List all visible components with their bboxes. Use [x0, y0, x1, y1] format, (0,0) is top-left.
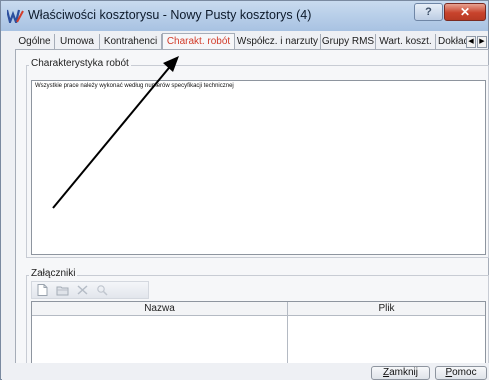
characteristics-group-label: Charakterystyka robót — [29, 58, 131, 69]
help-title-button[interactable]: ? — [414, 3, 443, 21]
open-folder-icon[interactable] — [56, 284, 69, 296]
attachments-toolbar — [31, 281, 149, 299]
column-header-plik[interactable]: Plik — [288, 302, 485, 315]
attachments-group-label: Załączniki — [29, 268, 78, 279]
tab-wart-koszt[interactable]: Wart. koszt. — [376, 34, 436, 49]
tab-grupy-rms[interactable]: Grupy RMS — [321, 34, 376, 49]
search-icon[interactable] — [96, 284, 109, 296]
tab-charakt-robot[interactable]: Charakt. robót — [162, 33, 235, 49]
app-logo-icon — [7, 9, 24, 23]
tab-scroll-right-button[interactable]: ▶ — [477, 36, 487, 48]
column-divider — [287, 302, 288, 364]
properties-dialog: Właściwości kosztorysu - Nowy Pusty kosz… — [0, 0, 489, 380]
column-header-nazwa[interactable]: Nazwa — [32, 302, 287, 315]
help-button[interactable]: Pomoc — [435, 366, 487, 380]
window-title: Właściwości kosztorysu - Nowy Pusty kosz… — [28, 8, 312, 22]
close-button[interactable]: Zamknij — [371, 366, 430, 380]
tab-strip: Ogólne Umowa Kontrahenci Charakt. robót … — [15, 33, 485, 49]
attachments-table-header: Nazwa Plik — [32, 302, 485, 316]
new-document-icon[interactable] — [36, 284, 49, 296]
tab-ogolne[interactable]: Ogólne — [15, 34, 55, 49]
tab-wspolcz-narzuty[interactable]: Współcz. i narzuty — [235, 34, 321, 49]
delete-icon[interactable] — [76, 284, 89, 296]
close-button-label: amknij — [389, 367, 418, 378]
tab-umowa[interactable]: Umowa — [55, 34, 100, 49]
close-title-button[interactable]: ✕ — [444, 3, 486, 21]
help-button-label: omoc — [452, 367, 477, 378]
tab-kontrahenci[interactable]: Kontrahenci — [100, 34, 162, 49]
tab-scroll-left-button[interactable]: ◀ — [466, 36, 476, 48]
title-bar[interactable]: Właściwości kosztorysu - Nowy Pusty kosz… — [1, 1, 488, 31]
characteristics-textarea[interactable]: Wszystkie prace należy wykonać według nu… — [31, 80, 486, 255]
attachments-table[interactable]: Nazwa Plik — [31, 301, 486, 365]
